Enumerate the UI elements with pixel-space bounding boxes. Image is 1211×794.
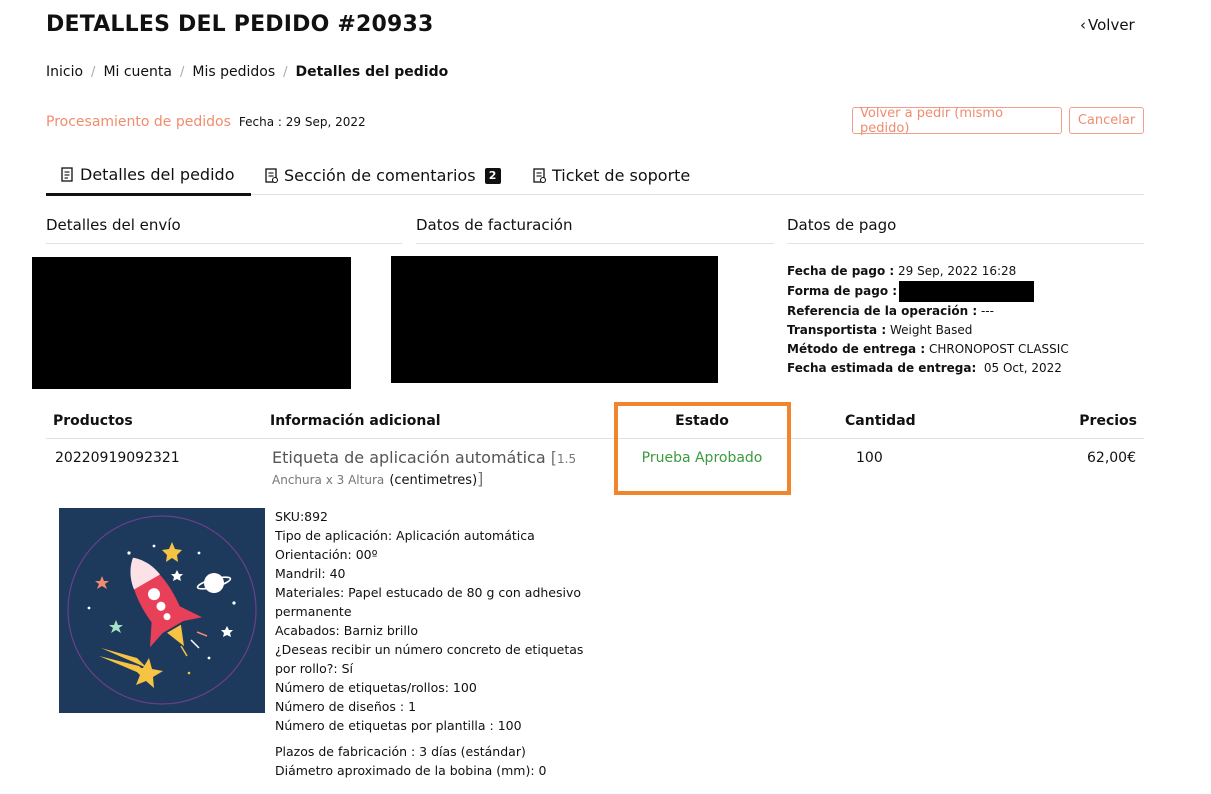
column-header-precios: Precios [1079,413,1137,429]
spec-orientation: Orientación: 00º [275,547,378,562]
column-header-cantidad: Cantidad [845,413,916,429]
column-header-info: Información adicional [270,413,441,429]
spec-reel-diameter: Diámetro aproximado de la bobina (mm): 0 [275,763,547,778]
payment-details-heading: Datos de pago [787,208,1144,244]
tab-support-ticket[interactable]: Ticket de soporte [532,156,690,195]
shipping-details-heading: Detalles del envío [46,208,402,244]
page-title: DETALLES DEL PEDIDO #20933 [46,12,434,37]
tab-label: Ticket de soporte [552,166,691,185]
spec-core: Mandril: 40 [275,566,346,581]
product-quantity: 100 [856,450,883,466]
column-header-productos: Productos [53,413,133,429]
payment-reference-row: Referencia de la operación : --- [787,304,994,318]
tab-label: Detalles del pedido [80,165,235,184]
cancel-button[interactable]: Cancelar [1069,107,1144,134]
order-date: Fecha : 29 Sep, 2022 [238,115,366,129]
spec-labels-per-roll-question: ¿Deseas recibir un número concreto de et… [275,642,584,676]
breadcrumb-separator: / [91,64,96,80]
payment-date-row: Fecha de pago : 29 Sep, 2022 16:28 [787,264,1017,278]
document-icon [533,167,547,183]
redacted-billing-address [391,256,718,383]
spec-finish: Acabados: Barniz brillo [275,623,418,638]
tab-label: Sección de comentarios [284,166,476,185]
breadcrumb: Inicio / Mi cuenta / Mis pedidos / Detal… [46,64,448,80]
table-header-divider [46,438,1144,439]
spec-materials: Materiales: Papel estucado de 80 g con a… [275,585,582,619]
reorder-button[interactable]: Volver a pedir (mismo pedido) [852,106,1062,136]
payment-method-row: Forma de pago : [787,281,1069,302]
comments-count-badge: 2 [484,167,501,184]
rocket-label-image [59,508,265,713]
spec-labels-per-template: Número de etiquetas por plantilla : 100 [275,718,522,733]
tab-order-details[interactable]: Detalles del pedido [46,156,251,196]
breadcrumb-current: Detalles del pedido [295,64,449,80]
redacted-shipping-address [32,257,351,389]
breadcrumb-separator: / [179,64,185,80]
product-thumbnail [59,508,265,713]
redacted-payment-method [899,281,1035,302]
product-name: Etiqueta de aplicación automática [1.5 A… [272,448,577,488]
tab-bar: Detalles del pedido Sección de comentari… [46,156,1144,196]
document-icon [61,166,73,182]
chevron-left-icon: ‹ [1080,16,1086,34]
payment-details: Fecha de pago : 29 Sep, 2022 16:28 Forma… [787,262,1069,378]
spec-sku: SKU:892 [275,509,329,524]
product-price: 62,00€ [1087,450,1136,466]
breadcrumb-separator: / [283,64,288,80]
breadcrumb-item-mi-cuenta[interactable]: Mi cuenta [103,64,172,80]
product-id: 20220919092321 [55,450,180,466]
order-status-line: Procesamiento de pedidos Fecha : 29 Sep,… [46,114,366,130]
carrier-row: Transportista : Weight Based [787,323,973,337]
spec-labels-per-roll: Número de etiquetas/rollos: 100 [275,680,477,695]
delivery-method-row: Método de entrega : CHRONOPOST CLASSIC [787,342,1069,356]
tab-comments[interactable]: Sección de comentarios 2 [264,156,501,195]
breadcrumb-item-inicio[interactable]: Inicio [46,64,83,80]
product-specifications: SKU:892 Tipo de aplicación: Aplicación a… [275,507,595,780]
back-label: Volver [1088,16,1135,34]
spec-production-time: Plazos de fabricación : 3 días (estándar… [275,744,526,759]
billing-details-heading: Datos de facturación [416,208,774,244]
document-icon [265,167,279,183]
breadcrumb-item-mis-pedidos[interactable]: Mis pedidos [192,64,275,80]
status-highlight-box [614,402,791,495]
spec-application-type: Tipo de aplicación: Aplicación automátic… [275,528,535,543]
estimated-delivery-row: Fecha estimada de entrega: 05 Oct, 2022 [787,361,1062,375]
order-status: Procesamiento de pedidos [46,114,231,130]
back-link[interactable]: ‹ Volver [1080,16,1135,34]
spec-designs: Número de diseños : 1 [275,699,417,714]
